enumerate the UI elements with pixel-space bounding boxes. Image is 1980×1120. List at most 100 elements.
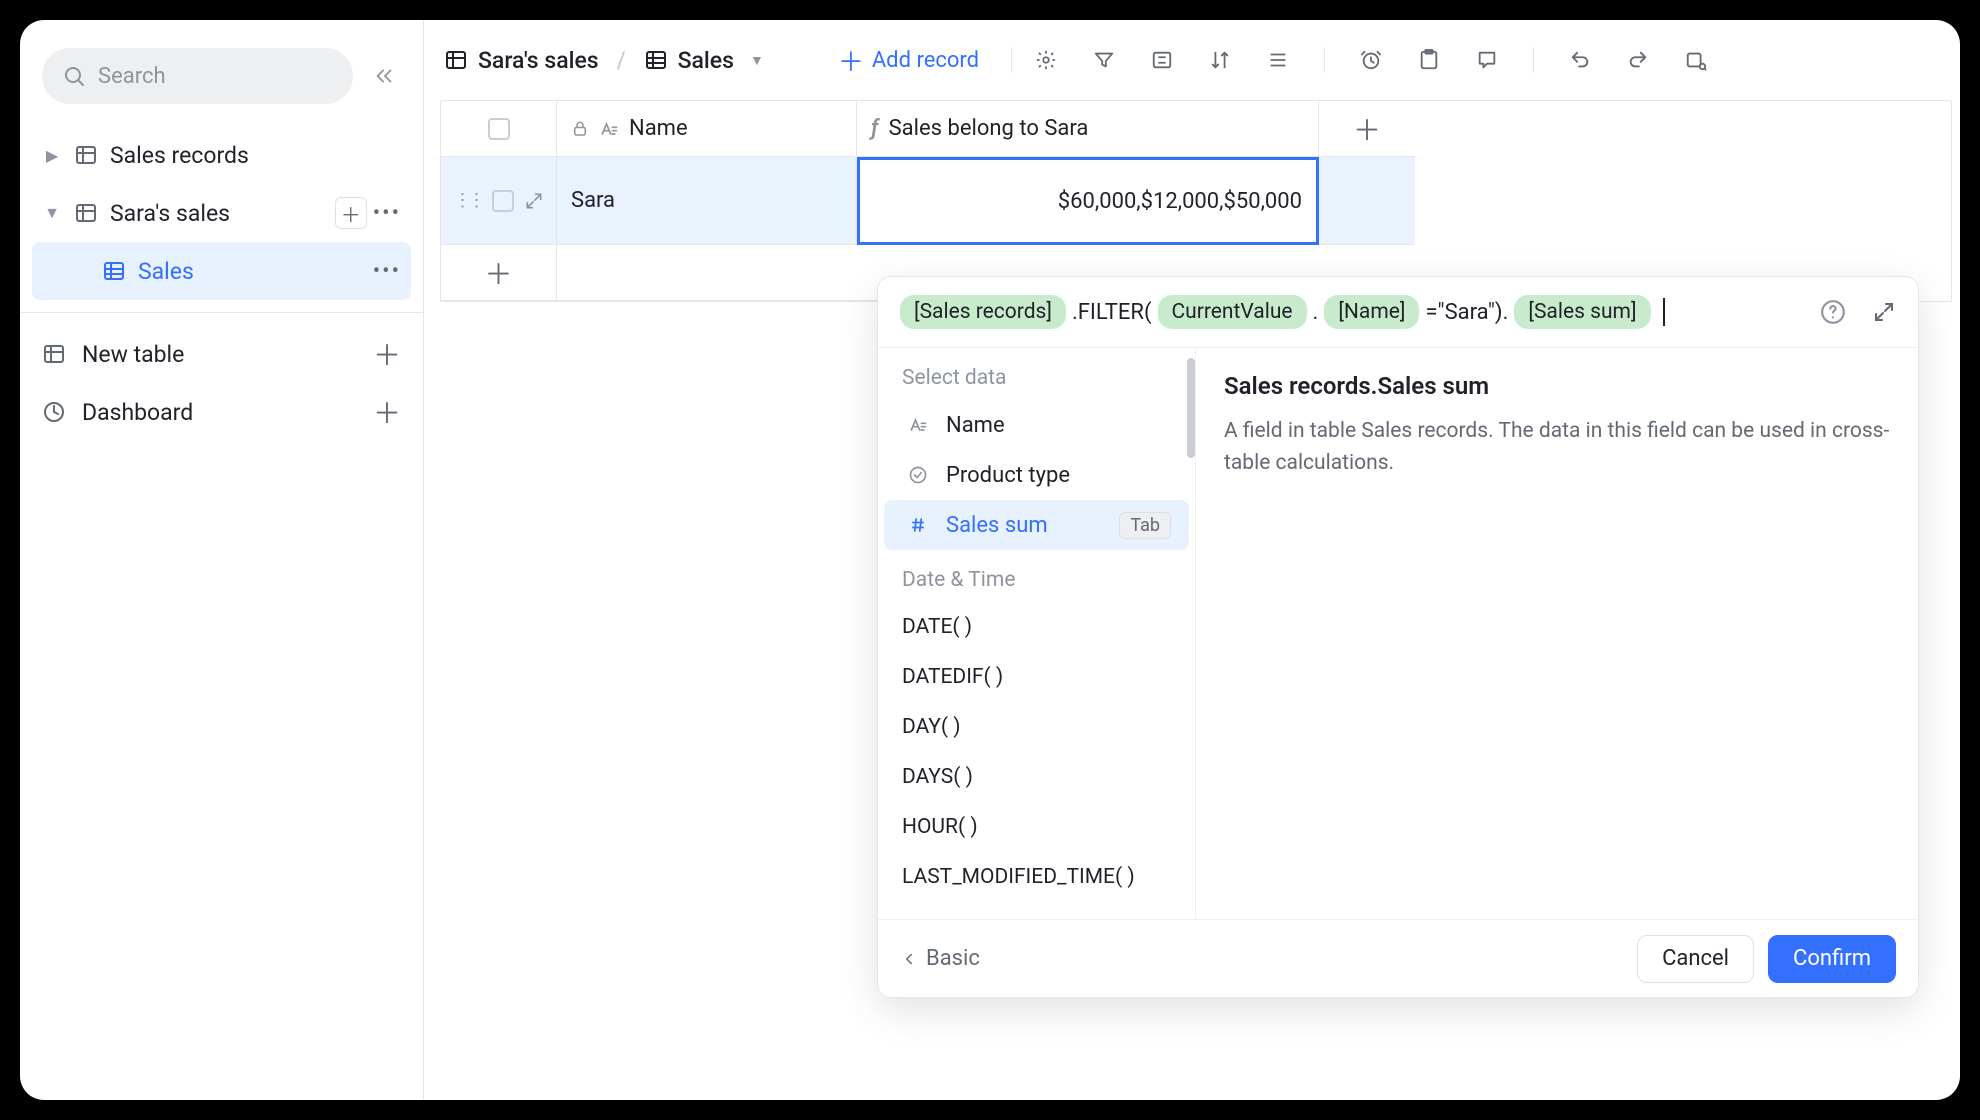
breadcrumb-separator: / <box>617 47 626 74</box>
column-header-formula[interactable]: ƒ Sales belong to Sara <box>857 101 1319 157</box>
sort-icon[interactable] <box>1208 48 1232 72</box>
breadcrumb: Sara's sales / Sales ▼ <box>444 47 764 74</box>
number-field-icon <box>908 515 932 535</box>
plus-icon: ＋ <box>838 42 864 79</box>
sidebar-item-saras-sales[interactable]: ▼ Sara's sales ＋ ••• <box>32 184 411 242</box>
help-icon[interactable] <box>1820 299 1846 325</box>
suggestion-item-sales-sum[interactable]: Sales sum Tab <box>884 500 1189 550</box>
separator <box>1324 47 1325 73</box>
undo-icon[interactable] <box>1568 48 1592 72</box>
function-item[interactable]: DATEDIF( ) <box>878 652 1195 702</box>
keyboard-hint: Tab <box>1119 512 1171 539</box>
redo-icon[interactable] <box>1626 48 1650 72</box>
text-cursor <box>1663 298 1665 326</box>
cancel-button[interactable]: Cancel <box>1637 935 1754 983</box>
scrollbar[interactable] <box>1187 358 1195 458</box>
comment-icon[interactable] <box>1475 48 1499 72</box>
sidebar-item-sales-records[interactable]: ▶ Sales records <box>32 126 411 184</box>
formula-input[interactable]: [Sales records] .FILTER( CurrentValue . … <box>878 277 1918 347</box>
new-table-button[interactable]: New table ＋ <box>32 325 411 383</box>
suggestion-label: Name <box>946 413 1005 438</box>
search-input[interactable]: Search <box>42 48 353 104</box>
function-item[interactable]: DATE( ) <box>878 602 1195 652</box>
cell-value: $60,000,$12,000,$50,000 <box>1058 189 1302 214</box>
table-area: Name ƒ Sales belong to Sara ＋ ⋮⋮ <box>424 100 1960 302</box>
sidebar-view-label: Sales <box>138 258 363 285</box>
sidebar-item-label: Sales records <box>110 142 401 169</box>
chevron-down-icon[interactable]: ▼ <box>750 52 764 69</box>
grid-view-icon <box>100 259 128 283</box>
formula-editor-popover: [Sales records] .FILTER( CurrentValue . … <box>877 276 1919 998</box>
function-item[interactable]: HOUR( ) <box>878 802 1195 852</box>
row-index-cell[interactable]: ⋮⋮ <box>441 157 557 245</box>
filter-icon[interactable] <box>1092 48 1116 72</box>
collapse-sidebar-button[interactable] <box>367 59 401 93</box>
sidebar-view-sales[interactable]: Sales ••• <box>32 242 411 300</box>
formula-icon: ƒ <box>871 116 879 141</box>
search-icon <box>62 64 86 88</box>
popover-footer: Basic Cancel Confirm <box>878 919 1918 997</box>
settings-icon[interactable] <box>1034 48 1058 72</box>
cell-name[interactable]: Sara <box>557 157 857 245</box>
caret-right-icon: ▶ <box>42 146 62 165</box>
grid-view-icon <box>644 48 668 72</box>
add-view-button[interactable]: ＋ <box>335 197 367 229</box>
text-field-icon <box>599 119 619 139</box>
column-label: Name <box>629 116 688 141</box>
divider <box>20 312 423 313</box>
reminder-icon[interactable] <box>1359 48 1383 72</box>
cell-formula-result[interactable]: $60,000,$12,000,$50,000 <box>857 157 1319 245</box>
basic-mode-button[interactable]: Basic <box>900 946 980 971</box>
add-record-button[interactable]: ＋ Add record <box>838 42 979 79</box>
table-icon <box>72 143 100 167</box>
function-item[interactable]: DAYS( ) <box>878 752 1195 802</box>
section-label: Select data <box>878 348 1195 400</box>
suggestion-label: Product type <box>946 463 1070 488</box>
confirm-button[interactable]: Confirm <box>1768 935 1896 983</box>
group-icon[interactable] <box>1150 48 1174 72</box>
section-label: Date & Time <box>878 550 1195 602</box>
nav-label: Dashboard <box>82 399 357 426</box>
more-options-icon[interactable]: ••• <box>373 201 401 226</box>
plus-icon: ＋ <box>373 392 401 432</box>
separator <box>1011 47 1012 73</box>
checkbox[interactable] <box>492 190 514 212</box>
suggestion-item-product-type[interactable]: Product type <box>884 450 1189 500</box>
formula-text: . <box>1313 300 1319 325</box>
formula-text: ="Sara"). <box>1425 300 1508 325</box>
doc-title: Sales records.Sales sum <box>1224 372 1890 400</box>
column-header-name[interactable]: Name <box>557 101 857 157</box>
plus-icon: ＋ <box>373 334 401 374</box>
basic-label: Basic <box>926 946 980 971</box>
checkbox[interactable] <box>488 118 510 140</box>
suggestion-label: Sales sum <box>946 513 1048 538</box>
function-item[interactable]: DAY( ) <box>878 702 1195 752</box>
attachment-icon[interactable] <box>1417 48 1441 72</box>
breadcrumb-table[interactable]: Sara's sales <box>478 47 599 74</box>
text-field-icon <box>908 415 932 435</box>
breadcrumb-view[interactable]: Sales <box>678 47 734 74</box>
add-row-button[interactable]: ＋ <box>441 245 557 301</box>
chevron-left-icon <box>900 950 918 968</box>
doc-body: A field in table Sales records. The data… <box>1224 416 1890 479</box>
dashboard-button[interactable]: Dashboard ＋ <box>32 383 411 441</box>
row-height-icon[interactable] <box>1266 48 1290 72</box>
cell-value: Sara <box>571 188 615 213</box>
sidebar: Search ▶ Sales records ▼ Sara's sales ＋ … <box>20 20 424 1100</box>
suggestion-item-name[interactable]: Name <box>884 400 1189 450</box>
toolbar: Sara's sales / Sales ▼ ＋ Add record <box>424 20 1960 100</box>
add-column-button[interactable]: ＋ <box>1319 101 1415 157</box>
select-all-cell[interactable] <box>441 101 557 157</box>
drag-handle-icon[interactable]: ⋮⋮ <box>454 190 482 211</box>
sidebar-item-label: Sara's sales <box>110 200 325 227</box>
expand-record-icon[interactable] <box>524 191 544 211</box>
formula-chip: [Name] <box>1324 295 1419 329</box>
formula-chip: CurrentValue <box>1158 295 1307 329</box>
function-item[interactable]: LAST_MODIFIED_TIME( ) <box>878 852 1195 902</box>
expand-icon[interactable] <box>1872 300 1896 324</box>
more-options-icon[interactable]: ••• <box>373 259 401 284</box>
select-field-icon <box>908 465 932 485</box>
empty-cell <box>1319 157 1415 245</box>
find-icon[interactable] <box>1684 48 1708 72</box>
formula-chip: [Sales records] <box>900 295 1066 329</box>
